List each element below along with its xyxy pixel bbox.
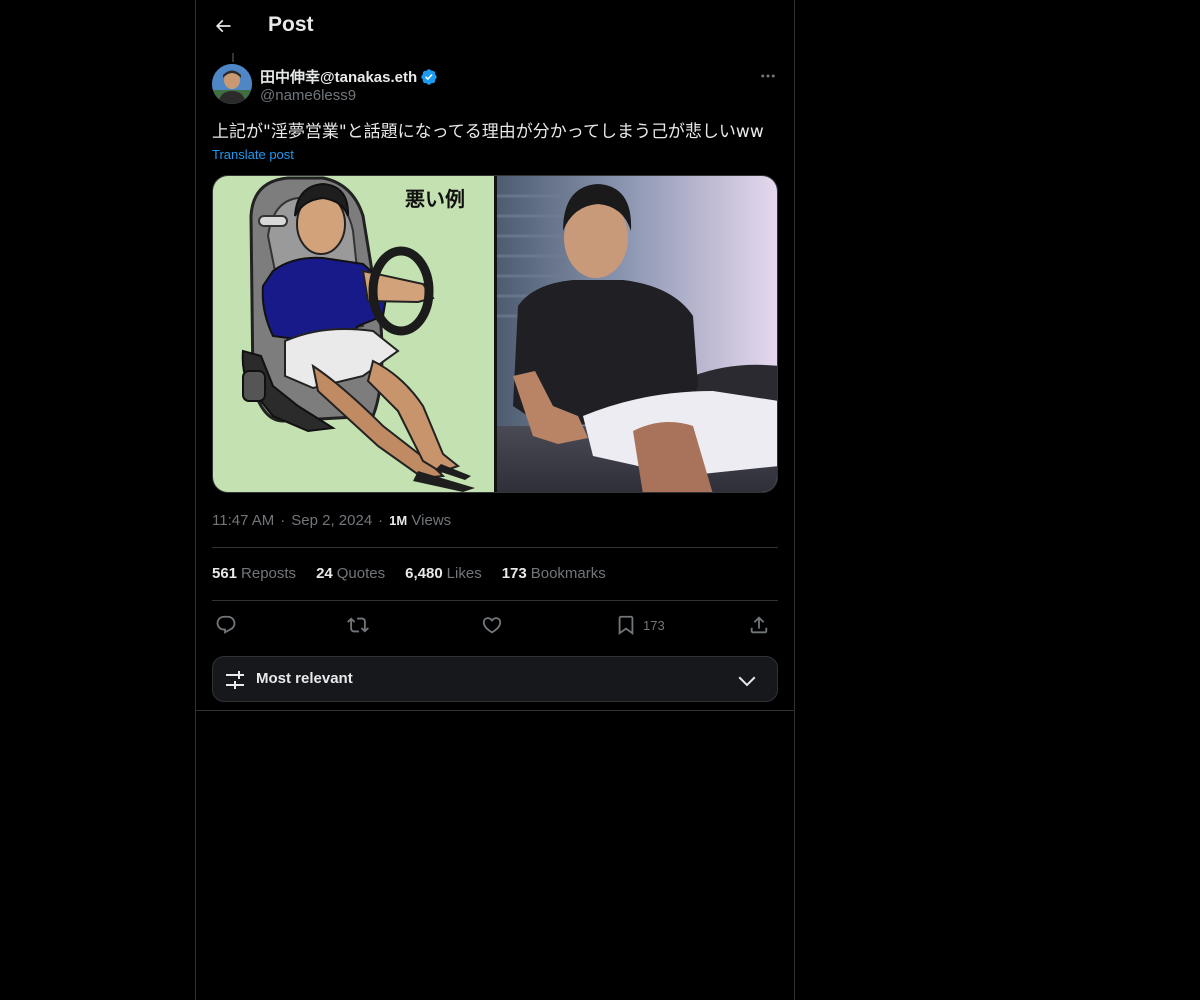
repost-button[interactable] [347,610,369,640]
share-icon [750,616,768,634]
post-image: 悪い例 [213,176,777,492]
avatar[interactable] [212,64,252,104]
divider [212,547,778,548]
bookmarks-stat[interactable]: 173 Bookmarks [502,565,606,582]
thread-connector-line [232,53,234,62]
meta-separator: · [280,512,286,529]
page-header: Post [196,0,794,53]
arrow-left-icon [215,19,231,33]
like-button[interactable] [481,610,503,640]
meta-separator: · [378,512,384,529]
post-actions: 173 [212,610,778,640]
likes-count: 6,480 [405,565,443,582]
section-divider [196,710,794,711]
chevron-down-icon [738,676,756,687]
heart-icon [482,617,502,634]
reposts-stat[interactable]: 561 Reposts [212,565,296,582]
bookmark-icon [618,615,634,636]
reposts-count: 561 [212,565,238,582]
replies-sort-dropdown[interactable]: Most relevant [212,656,778,702]
more-dots-icon [761,74,775,78]
verified-badge-icon [420,68,438,86]
post-media[interactable]: 悪い例 [212,175,778,493]
likes-label: Likes [446,565,482,582]
quotes-stat[interactable]: 24 Quotes [316,565,385,582]
translate-post-link[interactable]: Translate post [212,147,294,162]
replies-sort-label: Most relevant [256,670,353,687]
post-meta: 11:47 AM · Sep 2, 2024 · 1M Views [212,512,451,529]
media-caption-text: 悪い例 [405,187,465,211]
avatar-photo [212,64,252,104]
bookmarks-label: Bookmarks [530,565,606,582]
post-time[interactable]: 11:47 AM [212,512,274,529]
author-handle[interactable]: @name6less9 [260,87,356,104]
bookmark-count: 173 [643,617,665,633]
reply-button[interactable] [215,610,237,640]
post-detail-column: Post 田中伸幸@tanakas.eth @name6less9 上記が"淫夢… [195,0,795,1000]
sliders-icon [226,671,244,689]
reply-icon [216,615,236,634]
post-text: 上記が"淫夢営業"と話題になってる理由が分かってしまう己が悲しいww [212,122,764,142]
repost-icon [347,617,369,633]
page-title: Post [268,13,314,36]
likes-stat[interactable]: 6,480 Likes [405,565,482,582]
bookmarks-count: 173 [501,565,527,582]
author-name-text: 田中伸幸@tanakas.eth [260,69,418,86]
more-options-button[interactable] [756,64,780,88]
back-button[interactable] [208,11,238,41]
post-date[interactable]: Sep 2, 2024 [291,512,372,529]
quotes-label: Quotes [336,565,386,582]
quotes-count: 24 [316,565,333,582]
share-button[interactable] [748,610,770,640]
views-count: 1M [389,513,408,528]
author-display-name[interactable]: 田中伸幸@tanakas.eth [260,66,438,87]
bookmark-button[interactable]: 173 [615,610,665,640]
engagement-stats: 561 Reposts 24 Quotes 6,480 Likes 173 Bookma… [212,565,606,582]
divider [212,600,778,601]
views-label: Views [411,512,452,529]
reposts-label: Reposts [241,565,297,582]
